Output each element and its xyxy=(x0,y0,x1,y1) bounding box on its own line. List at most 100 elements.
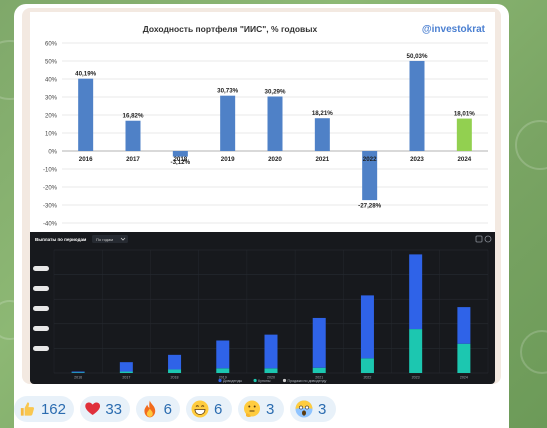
bar-segment xyxy=(264,334,278,369)
bar-segment xyxy=(409,329,423,373)
bar-segment xyxy=(71,372,85,373)
y-tick-label: 50% xyxy=(45,60,58,66)
x-tick-label: 2020 xyxy=(268,156,282,163)
bar-segment xyxy=(168,369,182,373)
data-label: 18,01% xyxy=(454,111,475,118)
bar-segment xyxy=(312,317,326,368)
fire-icon xyxy=(144,400,156,418)
blurred-axis-label xyxy=(33,326,49,331)
settings-icon[interactable] xyxy=(484,235,492,243)
legend-swatch xyxy=(253,378,257,383)
bar xyxy=(314,118,330,151)
y-tick-label: -40% xyxy=(43,222,58,228)
x-tick-label: 2023 xyxy=(410,156,424,163)
thumbs-up-icon xyxy=(20,402,35,416)
y-tick-label: 20% xyxy=(45,114,58,120)
data-label: 16,82% xyxy=(123,113,144,120)
bar xyxy=(125,120,141,151)
calendar-icon[interactable] xyxy=(475,235,483,243)
bar-segment xyxy=(71,371,85,373)
bar-segment xyxy=(457,343,471,373)
x-tick-label: 2023 xyxy=(412,376,420,380)
data-label: 30,29% xyxy=(265,88,286,95)
bar xyxy=(409,60,425,151)
reaction-thumbs-up[interactable]: 162 xyxy=(14,396,74,422)
blurred-axis-label xyxy=(33,346,49,351)
chart-title: Доходность портфеля "ИИС", % годовых xyxy=(143,24,318,34)
message-photo[interactable]: Доходность портфеля "ИИС", % годовых @in… xyxy=(22,8,501,384)
payouts-chart: Выплаты по периодам По годам 2016 2017 201… xyxy=(30,232,495,384)
blurred-axis-label xyxy=(33,286,49,291)
reaction-count: 3 xyxy=(318,400,327,418)
reaction-fire[interactable]: 6 xyxy=(136,396,180,422)
grinning-face-icon xyxy=(191,400,209,418)
screaming-face-icon xyxy=(295,400,313,418)
reaction-count: 6 xyxy=(163,400,172,418)
payouts-title: Выплаты по периодам xyxy=(35,237,87,242)
data-label: 50,03% xyxy=(407,53,428,60)
reaction-grinning-face[interactable]: 6 xyxy=(186,396,232,422)
bar-segment xyxy=(216,368,230,373)
data-label: 18,21% xyxy=(312,110,333,117)
x-tick-label: 2016 xyxy=(79,156,93,163)
x-tick-label: 2021 xyxy=(315,156,329,163)
bar xyxy=(78,78,94,151)
returns-chart-svg: Доходность портфеля "ИИС", % годовых @in… xyxy=(43,24,488,228)
y-tick-label: 40% xyxy=(45,78,58,84)
x-tick-label: 2018 xyxy=(171,376,179,380)
data-label: -27,28% xyxy=(358,203,382,210)
data-label: 30,73% xyxy=(217,88,238,95)
legend-label: Дивиденды xyxy=(223,379,243,383)
blurred-axis-label xyxy=(33,266,49,271)
background-doodle xyxy=(520,330,547,374)
period-dropdown[interactable]: По годам xyxy=(92,235,128,243)
y-tick-label: 60% xyxy=(45,42,58,48)
reaction-count: 162 xyxy=(40,400,66,418)
x-tick-label: 2019 xyxy=(221,156,235,163)
bar-segment xyxy=(457,307,471,344)
y-tick-label: 10% xyxy=(45,132,58,138)
blurred-axis-label xyxy=(33,306,49,311)
x-tick-label: 2017 xyxy=(122,376,130,380)
legend-swatch xyxy=(282,378,287,383)
bar-segment xyxy=(409,254,423,330)
y-tick-label: -20% xyxy=(43,186,58,192)
reaction-count: 3 xyxy=(266,400,275,418)
y-tick-label: 0% xyxy=(48,150,57,156)
bar xyxy=(220,95,236,151)
bar-segment xyxy=(360,358,374,373)
watermark: @investokrat xyxy=(422,24,486,35)
legend-label: Купоны xyxy=(258,379,271,383)
x-tick-label: 2024 xyxy=(457,156,471,163)
reaction-screaming-face[interactable]: 3 xyxy=(290,396,336,422)
legend-label: Продажи по дивиденду xyxy=(288,379,327,383)
background-doodle xyxy=(515,120,547,170)
bar xyxy=(456,118,472,151)
period-dropdown-label: По годам xyxy=(96,237,113,242)
legend-swatch xyxy=(218,378,222,383)
bar-segment xyxy=(360,295,374,359)
y-tick-label: 30% xyxy=(45,96,58,102)
bar-segment xyxy=(264,368,278,373)
bar xyxy=(267,96,283,151)
red-heart-icon xyxy=(85,402,101,416)
bar-segment xyxy=(119,371,133,373)
returns-chart: Доходность портфеля "ИИС", % годовых @in… xyxy=(30,12,495,232)
x-tick-label: 2016 xyxy=(74,376,82,380)
bar-segment xyxy=(312,367,326,373)
data-label: 40,19% xyxy=(75,71,96,78)
bar-segment xyxy=(168,354,182,370)
x-tick-label: 2022 xyxy=(363,376,371,380)
y-tick-label: -30% xyxy=(43,204,58,210)
thinking-face-icon xyxy=(244,400,260,418)
bar-segment xyxy=(216,340,230,369)
x-tick-label: 2018 xyxy=(173,156,187,163)
reaction-thinking-face[interactable]: 3 xyxy=(238,396,284,422)
x-tick-label: 2022 xyxy=(363,156,377,163)
payouts-chart-svg: Выплаты по периодам По годам 2016 2017 201… xyxy=(33,235,492,383)
x-tick-label: 2017 xyxy=(126,156,140,163)
bar-segment xyxy=(119,362,133,372)
reaction-count: 6 xyxy=(214,400,223,418)
reaction-red-heart[interactable]: 33 xyxy=(80,396,130,422)
reaction-count: 33 xyxy=(105,400,122,418)
